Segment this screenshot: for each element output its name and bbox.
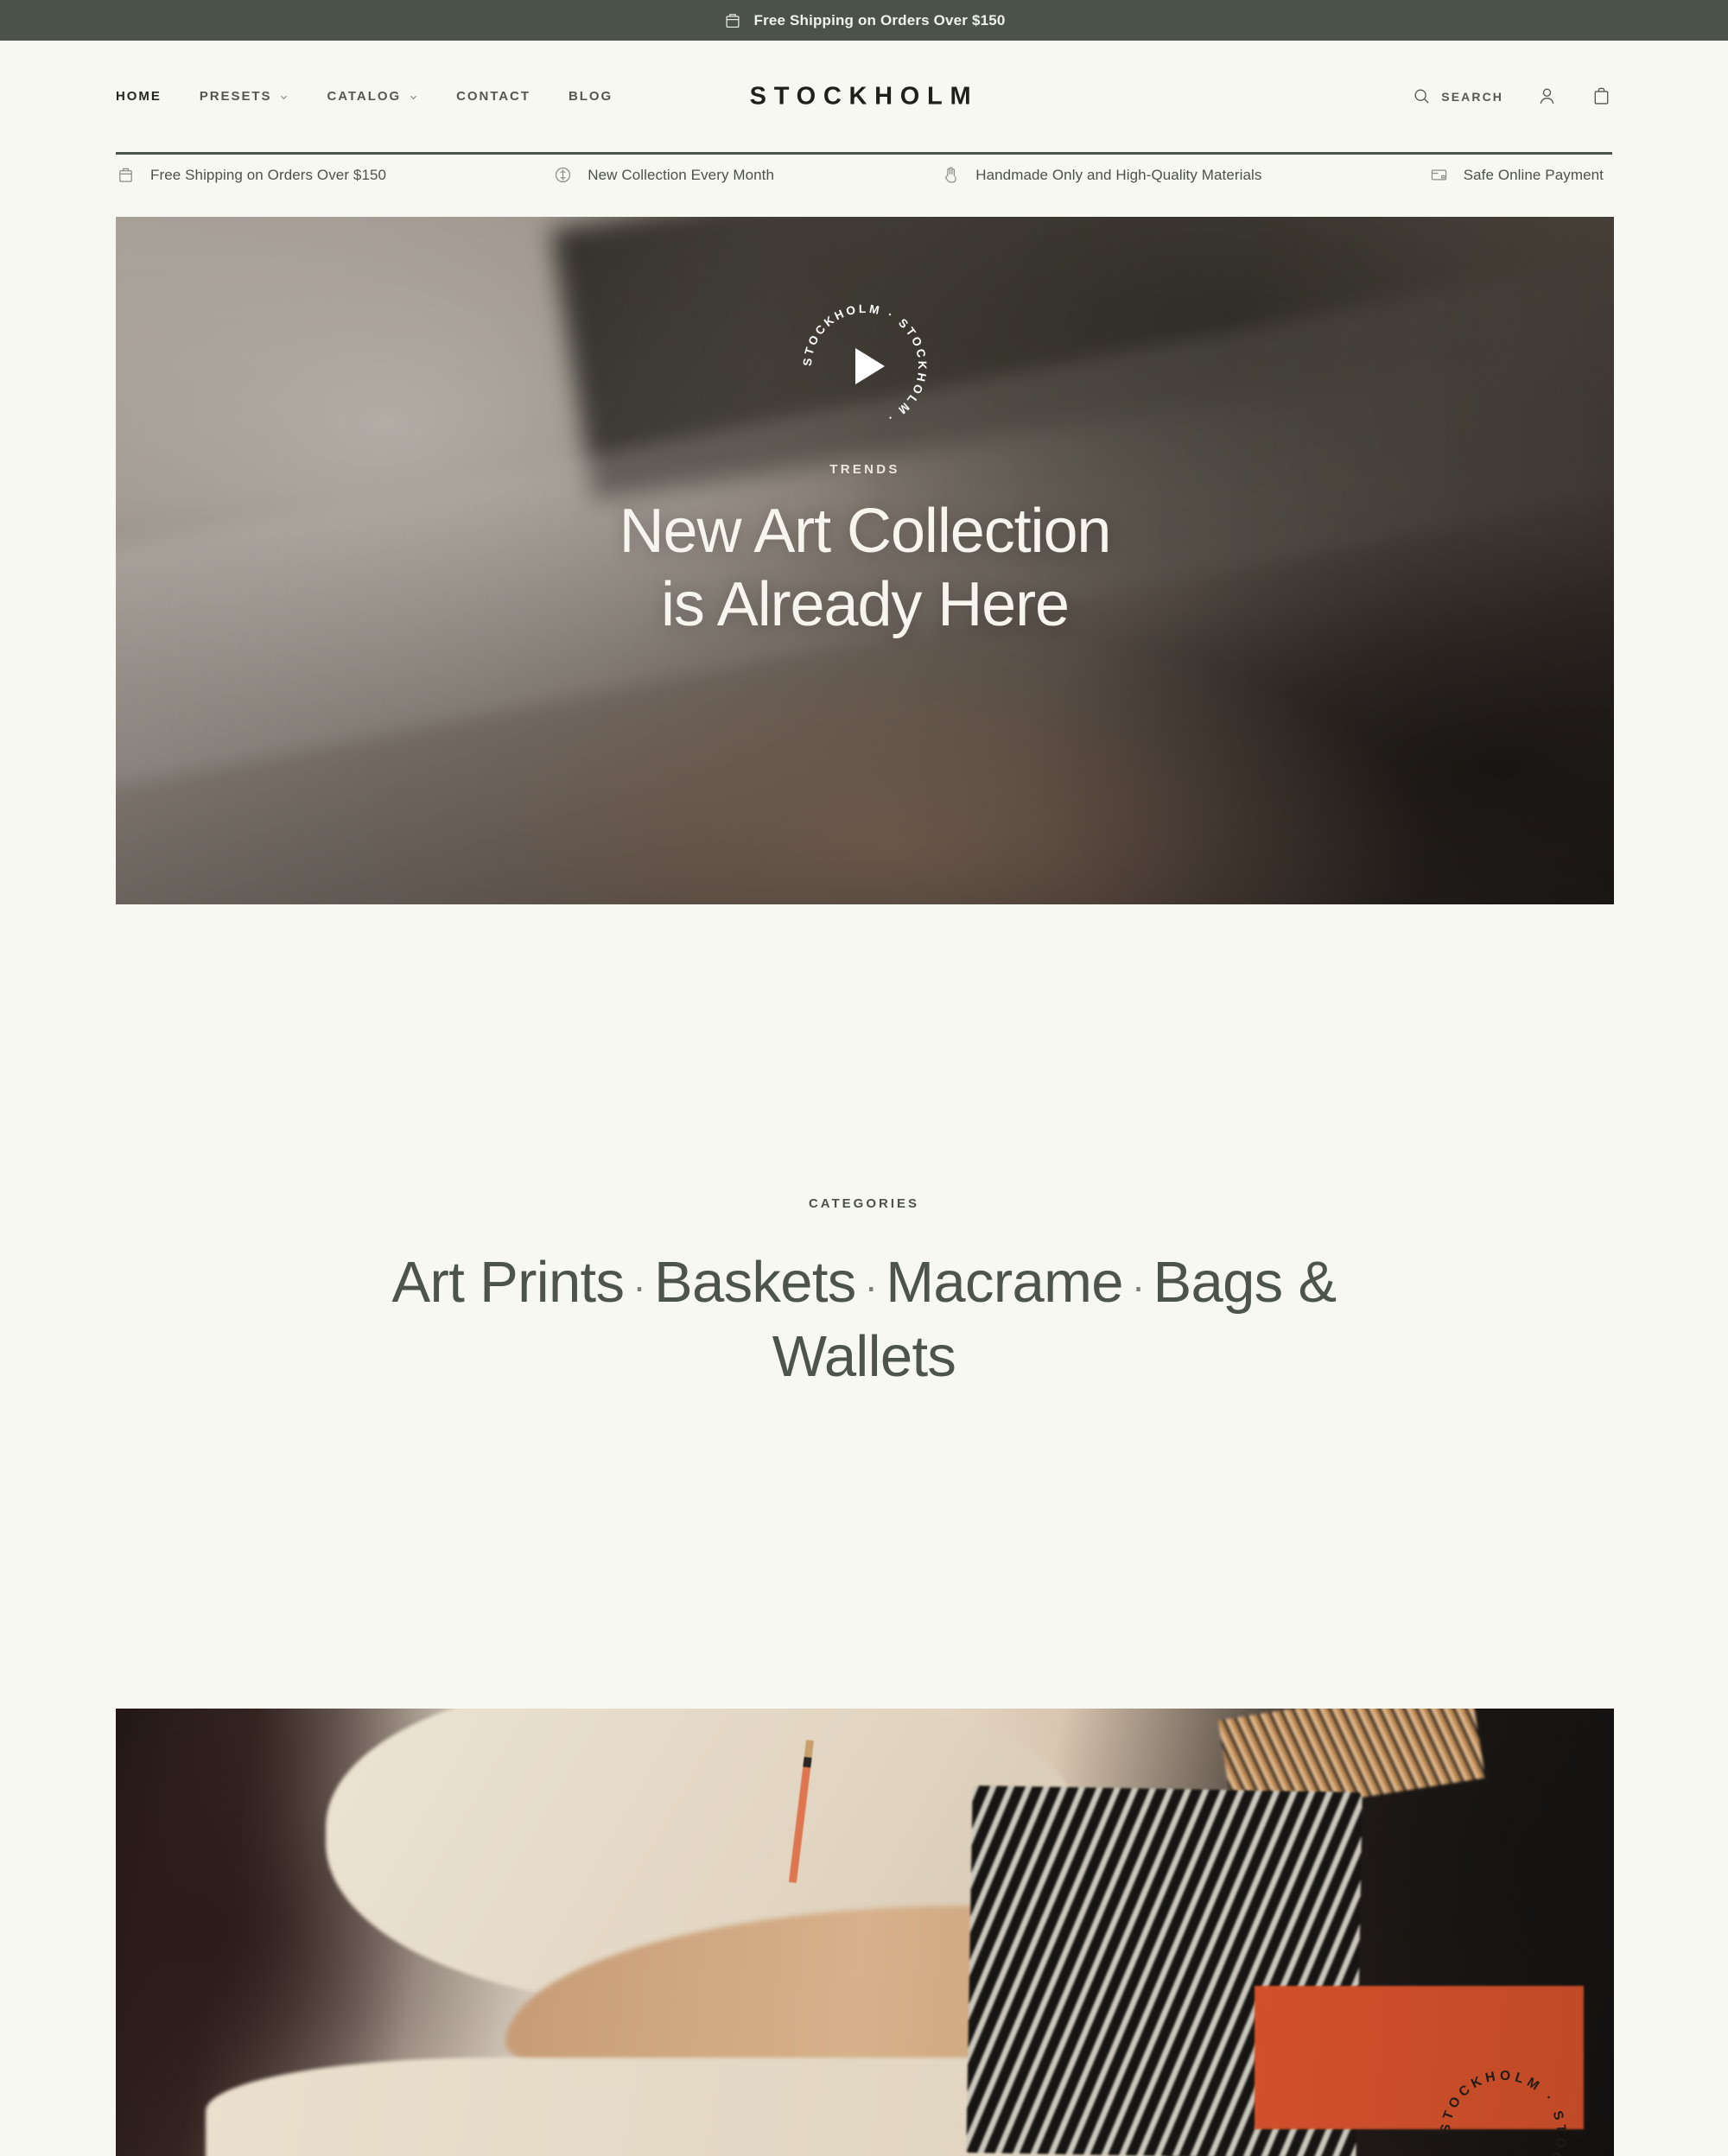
nav-item-catalog[interactable]: CATALOG (327, 89, 418, 104)
chevron-down-icon (409, 91, 418, 100)
category-link-baskets[interactable]: Baskets (654, 1250, 856, 1315)
hand-icon (941, 165, 961, 185)
nav-label: BLOG (568, 89, 613, 104)
feature-item-collection: New Collection Every Month (553, 165, 774, 185)
nav-label: CONTACT (456, 89, 530, 104)
nav-item-blog[interactable]: BLOG (569, 89, 613, 104)
rotating-brand-badge-bottom: STOCKHOLM · STOCKHOLM · (1431, 2061, 1576, 2156)
hero-title-line-2: is Already Here (660, 569, 1070, 639)
package-icon (116, 165, 136, 185)
chevron-down-icon (279, 91, 289, 100)
refresh-coin-icon (553, 165, 573, 185)
search-label: SEARCH (1441, 89, 1503, 104)
main-navigation: HOME PRESETS CATALOG CONTACT BLOG (116, 89, 651, 104)
feature-item-shipping: Free Shipping on Orders Over $150 (116, 165, 386, 185)
nav-label: PRESETS (199, 89, 272, 104)
feature-bar: Free Shipping on Orders Over $150 New Co… (116, 165, 1612, 185)
hero-title-line-1: New Art Collection (619, 497, 1112, 566)
nav-label: CATALOG (327, 89, 402, 104)
site-logo[interactable]: STOCKHOLM (750, 82, 979, 111)
header-actions: SEARCH (1413, 86, 1612, 107)
image-grain (116, 1709, 1614, 2156)
account-button[interactable] (1536, 86, 1558, 107)
nav-item-contact[interactable]: CONTACT (456, 89, 530, 104)
feature-label: Safe Online Payment (1463, 166, 1604, 183)
nav-item-home[interactable]: HOME (116, 89, 162, 104)
header-divider (116, 152, 1612, 155)
category-link-macrame[interactable]: Macrame (886, 1250, 1123, 1315)
hero-play-button[interactable]: STOCKHOLM · STOCKHOLM · (791, 293, 938, 440)
announcement-bar: Free Shipping on Orders Over $150 (0, 0, 1728, 41)
categories-section: CATEGORIES Art Prints · Baskets · Macrame · Ba… (0, 1196, 1728, 1394)
cart-button[interactable] (1591, 86, 1612, 107)
announcement-text: Free Shipping on Orders Over $150 (753, 11, 1006, 29)
package-icon (723, 11, 742, 30)
categories-eyebrow: CATEGORIES (808, 1196, 920, 1211)
page-root: Free Shipping on Orders Over $150 HOME P… (0, 0, 1728, 2156)
site-header: HOME PRESETS CATALOG CONTACT BLOG STOCKH… (0, 41, 1728, 152)
category-link-art-prints[interactable]: Art Prints (392, 1250, 625, 1315)
category-separator: · (864, 1263, 878, 1309)
search-icon (1413, 87, 1431, 105)
feature-label: Handmade Only and High-Quality Materials (975, 166, 1262, 183)
hero-content: STOCKHOLM · STOCKHOLM · TRENDS New Art C… (116, 217, 1614, 904)
feature-label: Free Shipping on Orders Over $150 (150, 166, 387, 183)
card-icon (1429, 165, 1449, 185)
shopping-bag-icon (1591, 86, 1612, 107)
search-button[interactable]: SEARCH (1413, 87, 1503, 105)
categories-list: Art Prints · Baskets · Macrame · Bags & Wallet… (354, 1246, 1374, 1394)
play-icon (855, 348, 885, 384)
category-separator: · (1131, 1263, 1145, 1309)
hero-eyebrow: TRENDS (829, 462, 900, 477)
lifestyle-image-section: STOCKHOLM · STOCKHOLM · (116, 1709, 1614, 2156)
nav-item-presets[interactable]: PRESETS (200, 89, 289, 104)
feature-item-handmade: Handmade Only and High-Quality Materials (941, 165, 1261, 185)
category-separator: · (632, 1263, 645, 1309)
hero-title: New Art Collection is Already Here (116, 495, 1614, 642)
user-icon (1536, 86, 1558, 107)
feature-label: New Collection Every Month (588, 166, 775, 183)
feature-item-payment: Safe Online Payment (1429, 165, 1604, 185)
nav-label: HOME (116, 89, 162, 104)
hero-banner: STOCKHOLM · STOCKHOLM · TRENDS New Art C… (116, 217, 1614, 904)
svg-text:STOCKHOLM · STOCKHOLM ·: STOCKHOLM · STOCKHOLM · (1439, 2069, 1569, 2156)
